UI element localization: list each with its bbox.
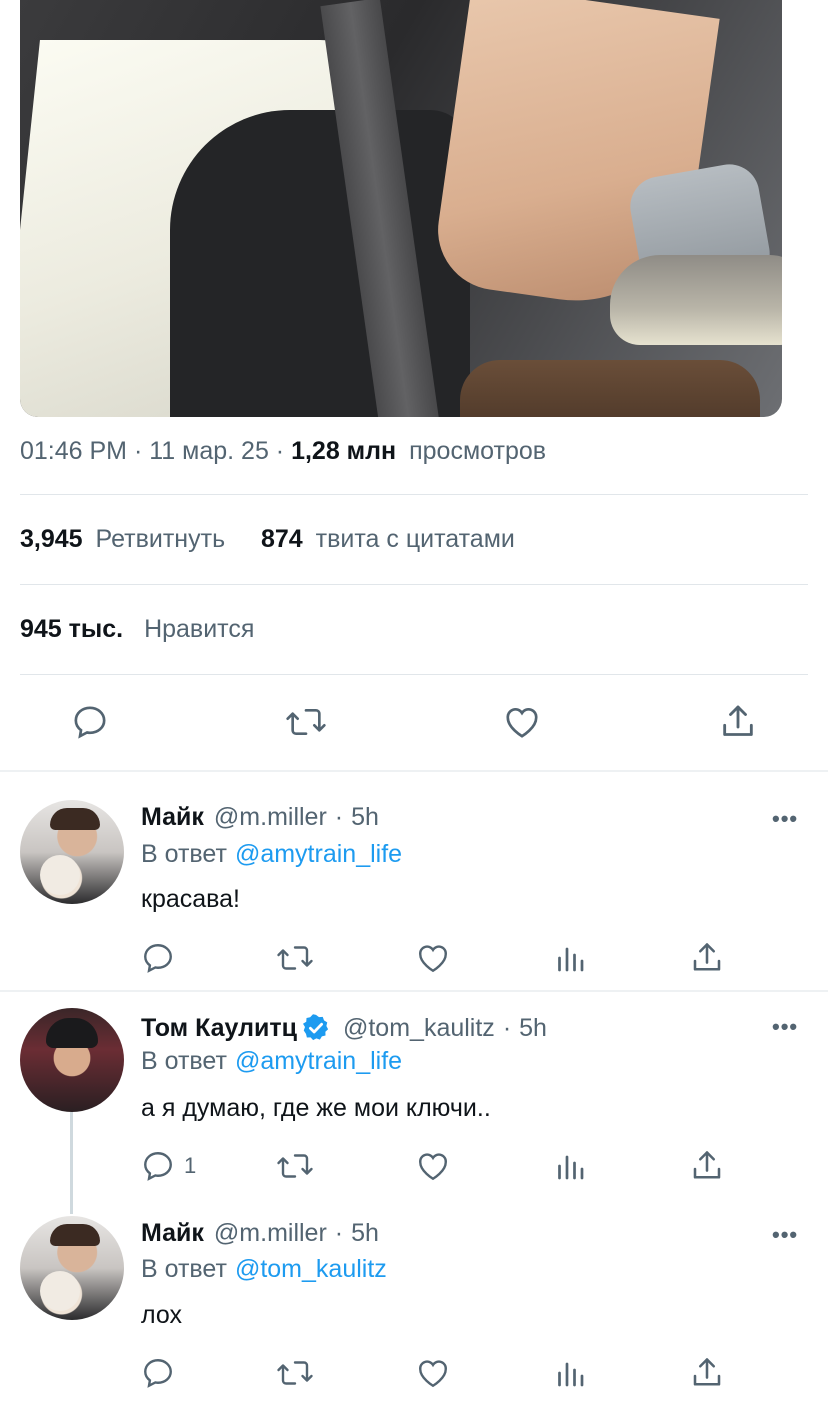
retweets-count[interactable]: 3,945 <box>20 525 83 553</box>
reply-button[interactable] <box>70 702 110 742</box>
like-icon <box>419 1153 447 1181</box>
mention-link[interactable]: @amytrain_life <box>235 1047 402 1075</box>
reply-text: красава! <box>141 885 240 913</box>
reply-icon <box>74 706 106 739</box>
replying-to: В ответ @amytrain_life <box>141 1047 402 1076</box>
reply-age: 5h <box>519 1013 547 1042</box>
separator: · <box>334 803 344 831</box>
divider <box>20 584 808 585</box>
more-options-button[interactable]: ••• <box>772 806 798 832</box>
retweet-icon <box>277 1361 313 1385</box>
share-icon <box>693 1151 721 1179</box>
analytics-icon <box>558 1155 584 1180</box>
share-button[interactable] <box>689 1148 725 1184</box>
reply-icon <box>144 1152 172 1181</box>
retweet-icon <box>286 709 326 735</box>
separator: · <box>133 437 143 465</box>
views-label: просмотров <box>409 437 547 465</box>
analytics-icon <box>558 947 584 972</box>
likes-label[interactable]: Нравится <box>144 615 254 643</box>
reply-icon <box>144 944 172 973</box>
analytics-button[interactable] <box>552 940 588 976</box>
tweet-photo[interactable] <box>20 0 782 417</box>
retweet-button[interactable] <box>275 1355 315 1391</box>
avatar[interactable] <box>20 1008 124 1112</box>
reply-prefix: В ответ <box>141 840 227 868</box>
quotes-count[interactable]: 874 <box>261 525 303 553</box>
reply-button[interactable]: 1 <box>140 1148 196 1184</box>
reply-author[interactable]: Майк @m.miller · 5h <box>141 1219 379 1248</box>
analytics-button[interactable] <box>552 1148 588 1184</box>
retweets-label[interactable]: Ретвитнуть <box>96 525 226 553</box>
share-button[interactable] <box>718 702 758 742</box>
reply-author[interactable]: Майк @m.miller · 5h <box>141 803 379 832</box>
like-button[interactable] <box>502 702 542 742</box>
analytics-button[interactable] <box>552 1355 588 1391</box>
like-icon <box>506 708 538 738</box>
retweet-quote-stats[interactable]: 3,945 Ретвитнуть 874 твита с цитатами <box>20 525 515 554</box>
thread-line <box>70 1112 73 1214</box>
reply-age: 5h <box>351 1219 379 1247</box>
avatar[interactable] <box>20 1216 124 1320</box>
share-button[interactable] <box>689 1355 725 1391</box>
separator: · <box>334 1219 344 1247</box>
reply-text: а я думаю, где же мои ключи.. <box>141 1094 491 1122</box>
likes-count[interactable]: 945 тыс. <box>20 615 123 643</box>
reply-prefix: В ответ <box>141 1047 227 1075</box>
author-name[interactable]: Майк <box>141 1219 204 1248</box>
separator: · <box>275 437 285 465</box>
author-handle[interactable]: @m.miller <box>214 1219 327 1248</box>
retweet-icon <box>277 1154 313 1178</box>
reply-author[interactable]: Том Каулитц @tom_kaulitz · 5h <box>141 1013 547 1043</box>
mention-link[interactable]: @tom_kaulitz <box>235 1255 387 1283</box>
reply-button[interactable] <box>140 1355 176 1391</box>
analytics-icon <box>558 1362 584 1387</box>
reply-prefix: В ответ <box>141 1255 227 1283</box>
replying-to: В ответ @amytrain_life <box>141 840 402 869</box>
more-options-button[interactable]: ••• <box>772 1014 798 1040</box>
divider <box>20 674 808 675</box>
author-name[interactable]: Майк <box>141 803 204 832</box>
more-options-button[interactable]: ••• <box>772 1222 798 1248</box>
reply-icon <box>144 1359 172 1388</box>
author-name[interactable]: Том Каулитц <box>141 1014 297 1043</box>
separator: · <box>502 1013 512 1042</box>
author-handle[interactable]: @m.miller <box>214 803 327 832</box>
verified-badge-icon <box>302 1014 329 1041</box>
like-icon <box>419 1360 447 1388</box>
mention-link[interactable]: @amytrain_life <box>235 840 402 868</box>
share-icon <box>693 943 721 971</box>
tweet-time: 01:46 PM <box>20 437 128 465</box>
retweet-button[interactable] <box>284 702 328 742</box>
tweet-actions <box>0 700 828 746</box>
section-divider <box>0 770 828 772</box>
photo-bag <box>460 360 760 417</box>
retweet-icon <box>277 946 313 970</box>
reply-age: 5h <box>351 803 379 831</box>
retweet-button[interactable] <box>275 940 315 976</box>
divider <box>20 494 808 495</box>
views-count: 1,28 млн <box>291 437 397 465</box>
like-button[interactable] <box>415 940 451 976</box>
section-divider <box>0 990 828 992</box>
share-icon <box>723 705 753 736</box>
likes-stats[interactable]: 945 тыс. Нравится <box>20 615 254 644</box>
retweet-button[interactable] <box>275 1148 315 1184</box>
tweet-meta: 01:46 PM · 11 мар. 25 · 1,28 млн просмот… <box>20 437 546 466</box>
avatar[interactable] <box>20 800 124 904</box>
tweet-date: 11 мар. 25 <box>149 437 269 465</box>
replying-to: В ответ @tom_kaulitz <box>141 1255 387 1284</box>
reply-button[interactable] <box>140 940 176 976</box>
quotes-label[interactable]: твита с цитатами <box>316 525 515 553</box>
share-icon <box>693 1358 721 1386</box>
like-button[interactable] <box>415 1355 451 1391</box>
like-icon <box>419 945 447 973</box>
reply-text: лох <box>141 1301 182 1329</box>
share-button[interactable] <box>689 940 725 976</box>
author-handle[interactable]: @tom_kaulitz <box>343 1014 495 1043</box>
reply-count: 1 <box>184 1153 197 1178</box>
like-button[interactable] <box>415 1148 451 1184</box>
photo-shoe <box>610 255 782 345</box>
